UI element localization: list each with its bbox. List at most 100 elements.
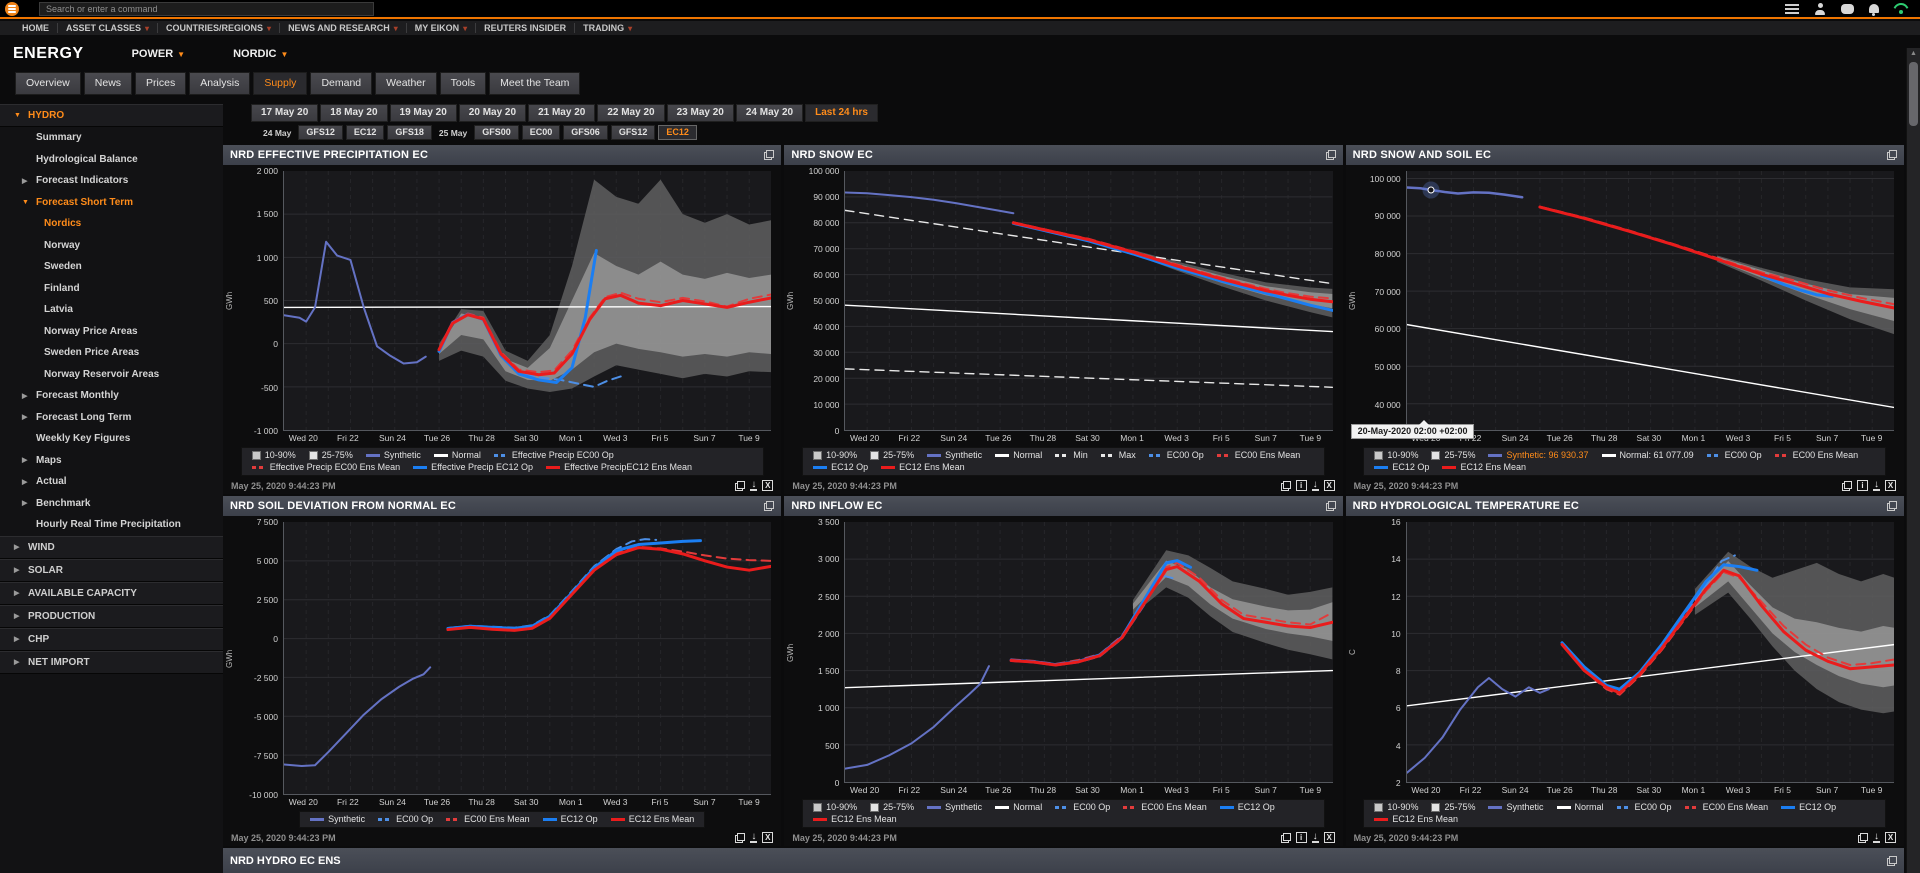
run-button-24-may-gfs18[interactable]: GFS18 <box>387 125 432 140</box>
info-icon[interactable]: i <box>1857 480 1868 491</box>
download-icon[interactable]: ↓ <box>1873 481 1880 491</box>
popout-icon[interactable] <box>1326 150 1336 160</box>
tab-prices[interactable]: Prices <box>135 72 186 95</box>
sidebar-item-finland[interactable]: Finland <box>0 278 223 300</box>
sidebar-item-latvia[interactable]: Latvia <box>0 299 223 321</box>
nav-item-my-eikon[interactable]: MY EIKON▾ <box>407 23 476 33</box>
info-icon[interactable]: i <box>1296 832 1307 843</box>
chart-plot[interactable] <box>283 522 771 795</box>
chart-plot[interactable] <box>1406 522 1894 783</box>
download-icon[interactable]: ↓ <box>750 481 757 491</box>
tab-news[interactable]: News <box>84 72 132 95</box>
sidebar-item-hydrological-balance[interactable]: Hydrological Balance <box>0 149 223 171</box>
messenger-icon[interactable] <box>1841 4 1854 14</box>
sidebar-item-weekly-key-figures[interactable]: Weekly Key Figures <box>0 428 223 450</box>
popout-icon[interactable] <box>1887 856 1897 866</box>
tab-overview[interactable]: Overview <box>15 72 81 95</box>
chart-plot[interactable]: 20-May-2020 02:00 +02:00 <box>1406 171 1894 431</box>
sidebar-item-wind[interactable]: ▶WIND <box>0 536 223 559</box>
sidebar-item-maps[interactable]: ▶Maps <box>0 450 223 472</box>
nav-item-home[interactable]: HOME <box>14 23 58 33</box>
date-button-18-may-20[interactable]: 18 May 20 <box>320 104 387 122</box>
sidebar-item-nordics[interactable]: Nordics <box>0 213 223 235</box>
excel-icon[interactable]: X <box>762 480 773 491</box>
tab-analysis[interactable]: Analysis <box>189 72 250 95</box>
popout-icon[interactable] <box>764 150 774 160</box>
nav-item-news-and-research[interactable]: NEWS AND RESEARCH▾ <box>280 23 407 33</box>
scroll-up-icon[interactable]: ▲ <box>1907 50 1920 57</box>
sidebar-item-benchmark[interactable]: ▶Benchmark <box>0 493 223 515</box>
date-button-last-24-hrs[interactable]: Last 24 hrs <box>805 104 878 122</box>
sidebar-item-solar[interactable]: ▶SOLAR <box>0 559 223 582</box>
export-icon[interactable] <box>1281 833 1291 843</box>
download-icon[interactable]: ↓ <box>750 833 757 843</box>
sidebar-item-sweden[interactable]: Sweden <box>0 256 223 278</box>
nav-item-countries-regions[interactable]: COUNTRIES/REGIONS▾ <box>158 23 280 33</box>
vertical-scrollbar[interactable]: ▲ <box>1906 48 1920 873</box>
date-button-23-may-20[interactable]: 23 May 20 <box>667 104 734 122</box>
excel-icon[interactable]: X <box>1324 832 1335 843</box>
date-button-17-may-20[interactable]: 17 May 20 <box>251 104 318 122</box>
export-icon[interactable] <box>1842 481 1852 491</box>
nav-item-reuters-insider[interactable]: REUTERS INSIDER <box>476 23 575 33</box>
run-button-24-may-ec12[interactable]: EC12 <box>346 125 385 140</box>
sidebar-item-forecast-short-term[interactable]: ▼Forecast Short Term <box>0 192 223 214</box>
popout-icon[interactable] <box>1887 501 1897 511</box>
popout-icon[interactable] <box>764 501 774 511</box>
sidebar-item-sweden-price-areas[interactable]: Sweden Price Areas <box>0 342 223 364</box>
popout-icon[interactable] <box>1326 501 1336 511</box>
run-button-24-may-gfs12[interactable]: GFS12 <box>298 125 343 140</box>
profile-icon[interactable] <box>1814 3 1826 15</box>
export-icon[interactable] <box>735 833 745 843</box>
sidebar-item-production[interactable]: ▶PRODUCTION <box>0 605 223 628</box>
sidebar-item-norway-price-areas[interactable]: Norway Price Areas <box>0 321 223 343</box>
date-button-20-may-20[interactable]: 20 May 20 <box>459 104 526 122</box>
nav-item-trading[interactable]: TRADING▾ <box>575 23 640 33</box>
export-icon[interactable] <box>1858 833 1868 843</box>
sidebar-item-forecast-long-term[interactable]: ▶Forecast Long Term <box>0 407 223 429</box>
date-button-24-may-20[interactable]: 24 May 20 <box>736 104 803 122</box>
tab-tools[interactable]: Tools <box>440 72 487 95</box>
sidebar-item-available-capacity[interactable]: ▶AVAILABLE CAPACITY <box>0 582 223 605</box>
excel-icon[interactable]: X <box>1885 480 1896 491</box>
sidebar-item-forecast-monthly[interactable]: ▶Forecast Monthly <box>0 385 223 407</box>
excel-icon[interactable]: X <box>1324 480 1335 491</box>
search-input[interactable] <box>39 2 374 16</box>
info-icon[interactable]: i <box>1296 480 1307 491</box>
tab-weather[interactable]: Weather <box>375 72 437 95</box>
run-button-25-may-gfs00[interactable]: GFS00 <box>474 125 519 140</box>
date-button-19-may-20[interactable]: 19 May 20 <box>390 104 457 122</box>
sidebar-item-chp[interactable]: ▶CHP <box>0 628 223 651</box>
download-icon[interactable]: ↓ <box>1873 833 1880 843</box>
popout-icon[interactable] <box>1887 150 1897 160</box>
chart-plot[interactable] <box>283 171 771 431</box>
notifications-icon[interactable] <box>1869 4 1879 13</box>
sidebar-item-summary[interactable]: Summary <box>0 127 223 149</box>
sidebar-item-hourly-real-time-precipitation[interactable]: Hourly Real Time Precipitation <box>0 514 223 536</box>
run-button-25-may-ec12[interactable]: EC12 <box>658 125 697 140</box>
download-icon[interactable]: ↓ <box>1312 481 1319 491</box>
excel-icon[interactable]: X <box>1885 832 1896 843</box>
date-button-21-may-20[interactable]: 21 May 20 <box>528 104 595 122</box>
tab-demand[interactable]: Demand <box>310 72 372 95</box>
eikon-logo-icon[interactable] <box>5 2 19 16</box>
scrollbar-thumb[interactable] <box>1909 62 1918 126</box>
menu-icon[interactable] <box>1785 4 1799 14</box>
tab-meet-the-team[interactable]: Meet the Team <box>489 72 580 95</box>
sidebar-item-forecast-indicators[interactable]: ▶Forecast Indicators <box>0 170 223 192</box>
run-button-25-may-gfs12[interactable]: GFS12 <box>611 125 656 140</box>
sidebar-item-net-import[interactable]: ▶NET IMPORT <box>0 651 223 674</box>
export-icon[interactable] <box>735 481 745 491</box>
chart-plot[interactable] <box>844 171 1332 431</box>
chart-plot[interactable] <box>844 522 1332 783</box>
date-button-22-may-20[interactable]: 22 May 20 <box>597 104 664 122</box>
excel-icon[interactable]: X <box>762 832 773 843</box>
sidebar-item-actual[interactable]: ▶Actual <box>0 471 223 493</box>
sidebar-item-norway[interactable]: Norway <box>0 235 223 257</box>
run-button-25-may-gfs06[interactable]: GFS06 <box>563 125 608 140</box>
download-icon[interactable]: ↓ <box>1312 833 1319 843</box>
export-icon[interactable] <box>1281 481 1291 491</box>
sidebar-item-norway-reservoir-areas[interactable]: Norway Reservoir Areas <box>0 364 223 386</box>
nordic-menu[interactable]: NORDIC▼ <box>233 48 288 60</box>
run-button-25-may-ec00[interactable]: EC00 <box>522 125 561 140</box>
